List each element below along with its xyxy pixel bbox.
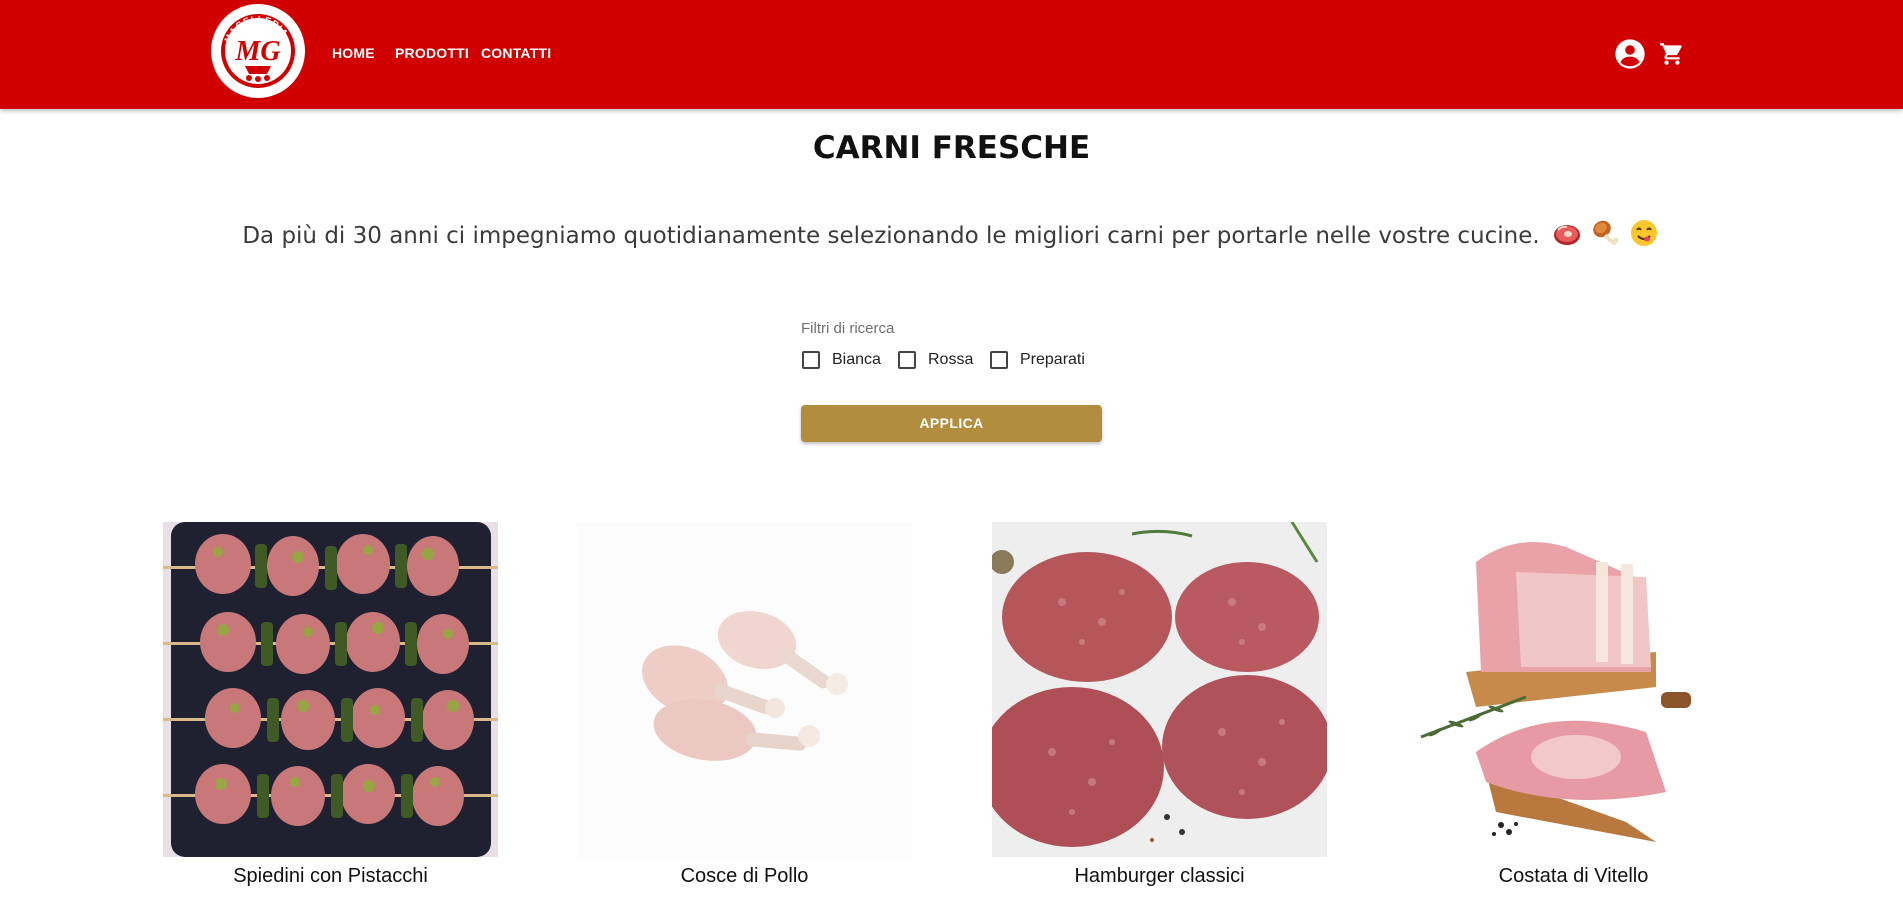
product-name[interactable]: Cosce di Pollo [537,865,952,888]
meat-emoji [1554,225,1581,245]
checkbox-bianca[interactable]: Bianca [802,350,881,370]
product-name[interactable]: Spiedini con Pistacchi [123,865,538,888]
product-card-hamburger[interactable]: Hamburger classici [992,522,1327,887]
checkbox-rossa[interactable]: Rossa [898,350,973,370]
macelleria-logo[interactable]: MACELLERIA MG [211,4,305,98]
product-card-spiedini[interactable]: Spiedini con Pistacchi [163,522,498,887]
tagline-text: Da più di 30 anni ci impegniamo quotidia… [242,223,1540,249]
top-app-bar: MACELLERIA MG HOME PRODOTTI CONTATTI [0,0,1903,109]
nav-home[interactable]: HOME [332,45,375,61]
product-card-pollo[interactable]: Cosce di Pollo [577,522,912,887]
filters-legend: Filtri di ricerca [801,320,895,337]
account-circle-icon[interactable] [1614,38,1646,70]
product-name[interactable]: Hamburger classici [952,865,1367,888]
checkbox-label-rossa: Rossa [928,351,974,368]
nav-prodotti[interactable]: PRODOTTI [395,45,469,61]
page-title: CARNI FRESCHE [812,130,1091,166]
poultry-leg-emoji [1593,220,1619,245]
tagline: Da più di 30 anni ci impegniamo quotidia… [0,219,1903,253]
checkbox-box[interactable] [990,351,1008,369]
tagline-emojis [1553,219,1661,253]
product-name[interactable]: Costata di Vitello [1366,865,1781,888]
product-image-spiedini[interactable] [163,522,498,857]
checkbox-box[interactable] [802,351,820,369]
svg-text:MG: MG [234,36,280,67]
checkbox-label-bianca: Bianca [832,351,881,368]
product-card-costata[interactable]: Costata di Vitello [1406,522,1741,887]
product-image-hamburger[interactable] [992,522,1327,857]
product-image-costata[interactable] [1406,522,1741,857]
yum-face-emoji [1630,220,1657,246]
checkbox-box[interactable] [898,351,916,369]
shopping-cart-icon[interactable] [1659,41,1685,67]
product-image-pollo[interactable] [577,522,912,857]
checkbox-preparati[interactable]: Preparati [990,350,1085,370]
checkbox-label-preparati: Preparati [1020,351,1085,368]
nav-contatti[interactable]: CONTATTI [481,45,551,61]
apply-button[interactable]: APPLICA [801,405,1102,442]
